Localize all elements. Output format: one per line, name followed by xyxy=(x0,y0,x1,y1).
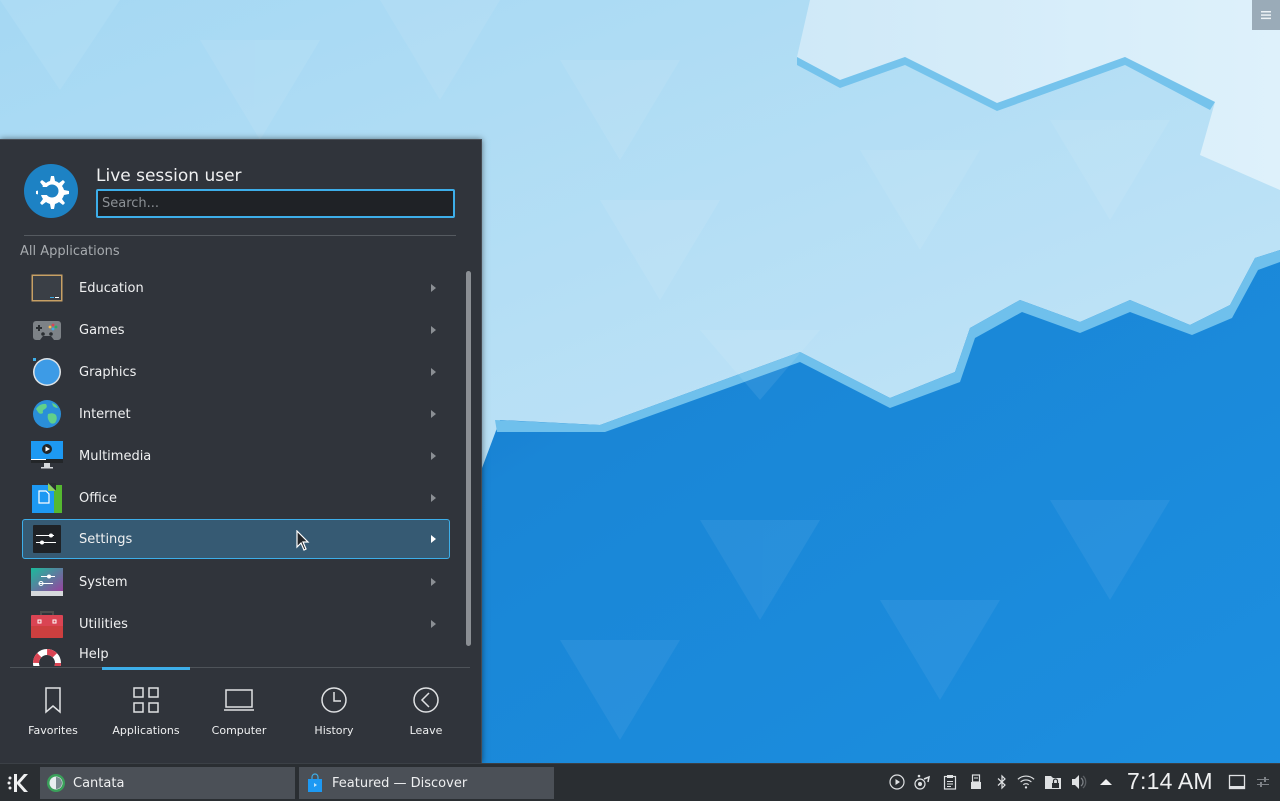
hamburger-menu-icon xyxy=(1261,11,1271,20)
submenu-arrow-icon xyxy=(431,578,436,586)
task-label: Cantata xyxy=(73,775,125,791)
graphics-disc-icon xyxy=(31,356,63,388)
grid-icon xyxy=(133,687,159,713)
expand-tray-arrow-icon[interactable] xyxy=(1097,773,1115,791)
tab-favorites[interactable]: Favorites xyxy=(7,680,99,742)
active-tab-indicator xyxy=(102,667,190,670)
application-category-list: Education Games Graphics Internet Multim… xyxy=(0,268,466,666)
category-label: System xyxy=(79,574,128,590)
task-label: Featured — Discover xyxy=(332,775,468,791)
discover-bag-icon xyxy=(308,773,322,792)
tab-label: Favorites xyxy=(28,724,78,737)
user-avatar[interactable] xyxy=(24,164,78,218)
submenu-arrow-icon xyxy=(431,535,436,543)
bookmark-icon xyxy=(45,687,61,714)
tab-label: Leave xyxy=(409,724,443,737)
tab-history[interactable]: History xyxy=(288,680,380,742)
section-heading: All Applications xyxy=(20,244,120,259)
back-circle-icon xyxy=(413,687,439,713)
tab-applications[interactable]: Applications xyxy=(100,680,192,742)
kde-logo-icon xyxy=(7,774,28,792)
category-system[interactable]: System xyxy=(22,562,450,602)
clipboard-icon[interactable] xyxy=(941,773,959,791)
application-launcher: Live session user All Applications Educa… xyxy=(0,139,482,763)
clock-icon xyxy=(321,687,347,713)
tab-label: Computer xyxy=(211,724,267,737)
tab-label: Applications xyxy=(112,724,180,737)
cantata-icon xyxy=(47,774,65,792)
submenu-arrow-icon xyxy=(431,326,436,334)
media-player-icon[interactable] xyxy=(888,773,906,791)
footer-divider xyxy=(10,667,470,668)
tab-leave[interactable]: Leave xyxy=(380,680,472,742)
volume-icon[interactable] xyxy=(1070,773,1088,791)
show-desktop-icon[interactable] xyxy=(1228,773,1246,791)
kde-connect-icon[interactable] xyxy=(914,773,932,791)
category-label: Utilities xyxy=(79,616,128,632)
category-label: Games xyxy=(79,322,125,338)
category-utilities[interactable]: Utilities xyxy=(22,604,450,644)
search-input[interactable] xyxy=(96,189,455,218)
header-divider xyxy=(24,235,456,236)
submenu-arrow-icon xyxy=(431,494,436,502)
lifebuoy-icon xyxy=(31,647,63,666)
panel-settings-icon[interactable] xyxy=(1254,773,1272,791)
submenu-arrow-icon xyxy=(431,284,436,292)
laptop-icon xyxy=(224,689,254,711)
category-education[interactable]: Education xyxy=(22,268,450,308)
category-label: Graphics xyxy=(79,364,137,380)
removable-device-icon[interactable] xyxy=(967,773,985,791)
gamepad-icon xyxy=(31,314,63,346)
category-help[interactable]: Help xyxy=(22,640,450,666)
category-label: Multimedia xyxy=(79,448,152,464)
submenu-arrow-icon xyxy=(431,620,436,628)
task-cantata[interactable]: Cantata xyxy=(40,767,295,799)
category-office[interactable]: Office xyxy=(22,478,450,518)
desktop-toolbox-button[interactable] xyxy=(1252,0,1280,30)
category-label: Internet xyxy=(79,406,131,422)
category-games[interactable]: Games xyxy=(22,310,450,350)
taskbar-panel: Cantata Featured — Discover 7:14 AM xyxy=(0,763,1280,801)
category-label: Education xyxy=(79,280,144,296)
submenu-arrow-icon xyxy=(431,410,436,418)
wifi-icon[interactable] xyxy=(1017,773,1035,791)
category-label: Help xyxy=(79,647,109,662)
mouse-cursor-icon xyxy=(296,530,310,551)
tab-computer[interactable]: Computer xyxy=(193,680,285,742)
office-document-icon xyxy=(31,482,63,514)
app-list-scrollbar[interactable] xyxy=(466,271,471,646)
bluetooth-icon[interactable] xyxy=(993,773,1011,791)
globe-icon xyxy=(31,398,63,430)
chalkboard-icon xyxy=(31,272,63,304)
vault-lock-icon[interactable] xyxy=(1044,773,1062,791)
category-settings[interactable]: Settings xyxy=(22,519,450,559)
category-internet[interactable]: Internet xyxy=(22,394,450,434)
toolbox-icon xyxy=(31,608,63,640)
category-label: Settings xyxy=(79,531,133,547)
tab-label: History xyxy=(314,724,354,737)
system-settings-icon xyxy=(31,566,63,598)
submenu-arrow-icon xyxy=(431,368,436,376)
digital-clock[interactable]: 7:14 AM xyxy=(1127,768,1213,795)
sliders-icon xyxy=(31,523,63,555)
category-label: Office xyxy=(79,490,117,506)
application-launcher-button[interactable] xyxy=(4,769,32,797)
task-discover[interactable]: Featured — Discover xyxy=(299,767,554,799)
submenu-arrow-icon xyxy=(431,452,436,460)
monitor-play-icon xyxy=(31,440,63,472)
category-multimedia[interactable]: Multimedia xyxy=(22,436,450,476)
user-name: Live session user xyxy=(96,166,242,186)
category-graphics[interactable]: Graphics xyxy=(22,352,450,392)
kde-gear-icon xyxy=(36,176,69,209)
